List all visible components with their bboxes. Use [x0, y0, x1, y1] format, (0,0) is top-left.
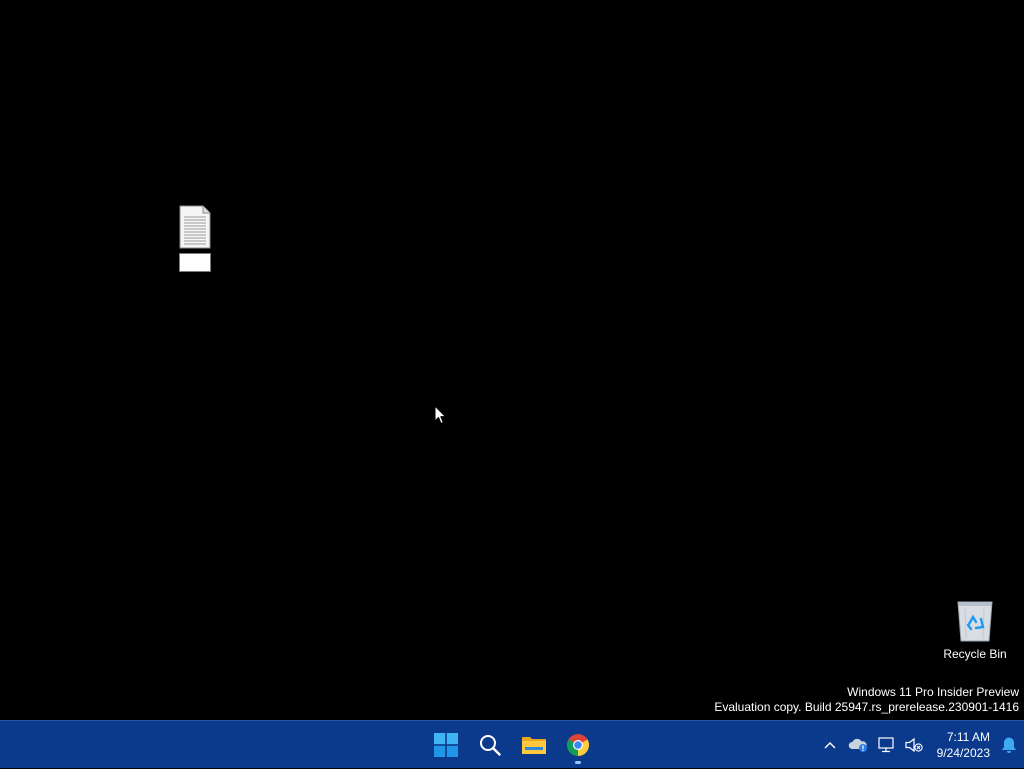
recycle-bin[interactable]: Recycle Bin — [935, 592, 1015, 664]
bell-icon — [1002, 737, 1016, 753]
clock-date: 9/24/2023 — [936, 746, 990, 760]
clock[interactable]: 7:11 AM 9/24/2023 — [928, 725, 994, 765]
taskbar-apps — [424, 721, 600, 769]
chevron-up-icon — [824, 742, 836, 749]
notifications-button[interactable] — [994, 725, 1024, 765]
recycle-bin-icon — [957, 601, 993, 642]
chrome-icon — [567, 734, 589, 756]
network-button[interactable] — [872, 725, 900, 765]
desktop-file-item[interactable] — [170, 200, 222, 276]
text-document-icon — [179, 205, 211, 249]
show-hidden-icons-button[interactable] — [816, 725, 844, 765]
clock-time: 7:11 AM — [946, 730, 990, 744]
volume-button[interactable] — [900, 725, 928, 765]
mouse-cursor-icon — [434, 405, 446, 424]
taskbar: 7:11 AM 9/24/2023 — [0, 720, 1024, 768]
rename-input[interactable] — [179, 253, 211, 272]
recycle-bin-label: Recycle Bin — [943, 647, 1007, 661]
desktop[interactable]: Recycle Bin Windows 11 Pro Insider Previ… — [0, 0, 1024, 720]
chrome-button[interactable] — [556, 725, 600, 765]
onedrive-button[interactable] — [844, 725, 872, 765]
watermark: Windows 11 Pro Insider Preview Evaluatio… — [714, 685, 1019, 715]
watermark-line-1: Windows 11 Pro Insider Preview — [847, 685, 1019, 699]
folder-icon — [522, 737, 546, 754]
volume-muted-icon — [905, 737, 923, 753]
system-tray: 7:11 AM 9/24/2023 — [816, 721, 1024, 769]
windows-logo-icon — [434, 733, 458, 757]
start-button[interactable] — [424, 725, 468, 765]
file-explorer-button[interactable] — [512, 725, 556, 765]
running-indicator — [575, 761, 581, 764]
onedrive-icon — [848, 738, 867, 752]
search-icon — [480, 735, 501, 756]
network-icon — [878, 737, 894, 753]
search-button[interactable] — [468, 725, 512, 765]
watermark-line-2: Evaluation copy. Build 25947.rs_prerelea… — [714, 700, 1019, 714]
